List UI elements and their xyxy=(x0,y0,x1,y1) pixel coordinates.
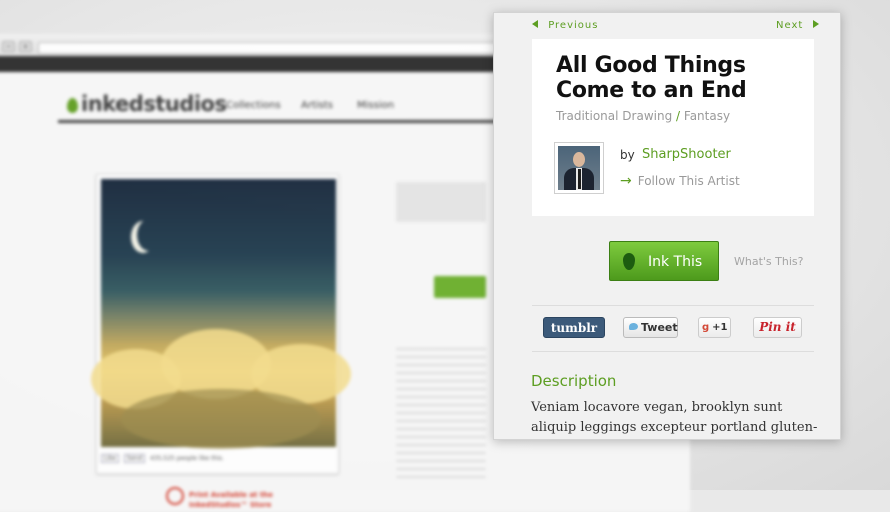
google-plus-icon: g xyxy=(702,322,710,333)
nav-mission[interactable]: Mission xyxy=(357,100,394,111)
artwork-frame: Like Send 435,525 people like this. xyxy=(91,174,351,474)
like-count: 435,525 people like this. xyxy=(149,455,224,462)
by-label: by xyxy=(620,148,635,162)
plus-one-label: +1 xyxy=(712,322,728,333)
arrow-left-icon xyxy=(532,20,538,28)
like-button[interactable]: Like xyxy=(101,454,119,463)
category-separator: / xyxy=(676,109,681,123)
arrow-right-icon xyxy=(813,20,820,28)
description-heading: Description xyxy=(531,372,617,390)
artist-avatar[interactable] xyxy=(554,142,604,194)
moon-icon xyxy=(137,219,161,251)
tweet-label: Tweet xyxy=(641,321,678,334)
ghost-title xyxy=(396,182,486,222)
next-label: Next xyxy=(776,20,804,31)
category-breadcrumb: Traditional Drawing / Fantasy xyxy=(556,109,730,123)
print-note-line-2: InkedStudios™ Store xyxy=(189,501,272,509)
arrow-right-icon: → xyxy=(620,173,632,189)
print-note[interactable]: Print Available at the InkedStudios™ Sto… xyxy=(189,490,273,510)
like-bar: Like Send 435,525 people like this. xyxy=(101,454,224,463)
subcategory-link[interactable]: Fantasy xyxy=(684,109,730,123)
artwork-title: All Good Things Come to an End xyxy=(556,53,747,103)
avatar-tie xyxy=(578,169,581,189)
nav-underline xyxy=(58,120,498,123)
avatar-image xyxy=(558,146,600,190)
site-logo-text: inkedstudios xyxy=(81,92,227,116)
divider xyxy=(532,305,814,306)
browser-plus-button[interactable]: + xyxy=(19,41,32,52)
nav-collections[interactable]: Collections xyxy=(226,100,281,111)
twitter-bird-icon xyxy=(629,323,638,330)
previous-label: Previous xyxy=(548,20,599,31)
google-plus-one-button[interactable]: g +1 xyxy=(698,317,731,338)
category-link[interactable]: Traditional Drawing xyxy=(556,109,672,123)
ink-this-label: Ink This xyxy=(648,254,703,270)
ink-drop-icon xyxy=(623,253,635,270)
tumblr-share-button[interactable]: tumblr xyxy=(543,317,605,338)
print-note-line-1: Print Available at the xyxy=(189,491,273,499)
avatar-head xyxy=(573,152,585,167)
ghost-description xyxy=(396,342,486,482)
send-button[interactable]: Send xyxy=(123,454,146,463)
site-logo[interactable]: inkedstudios xyxy=(67,92,227,116)
ink-drop-icon xyxy=(67,98,78,113)
previous-link[interactable]: Previous xyxy=(532,20,598,31)
ghost-ink-button xyxy=(434,276,486,298)
browser-minus-button[interactable]: − xyxy=(2,41,15,52)
whats-this-link[interactable]: What's This? xyxy=(734,255,803,268)
artwork-detail-card: Previous Next All Good Things Come to an… xyxy=(493,12,841,440)
cloud-shadow xyxy=(121,389,321,449)
ink-this-button[interactable]: Ink This xyxy=(609,241,719,281)
divider xyxy=(532,351,814,352)
pin-it-button[interactable]: Pin it xyxy=(753,317,802,338)
artwork-image[interactable] xyxy=(91,179,351,449)
description-text: Veniam locavore vegan, brooklyn sunt ali… xyxy=(531,400,818,435)
artwork-info-panel: All Good Things Come to an End Tradition… xyxy=(532,39,814,216)
tweet-button[interactable]: Tweet xyxy=(623,317,678,338)
follow-label: Follow This Artist xyxy=(637,174,740,188)
nav-artists[interactable]: Artists xyxy=(301,100,333,111)
stage: − + inkedstudios Collections Artists Mis… xyxy=(0,0,890,512)
next-link[interactable]: Next xyxy=(776,20,820,31)
follow-artist-link[interactable]: → Follow This Artist xyxy=(620,173,740,189)
artist-name-link[interactable]: SharpShooter xyxy=(642,147,731,162)
